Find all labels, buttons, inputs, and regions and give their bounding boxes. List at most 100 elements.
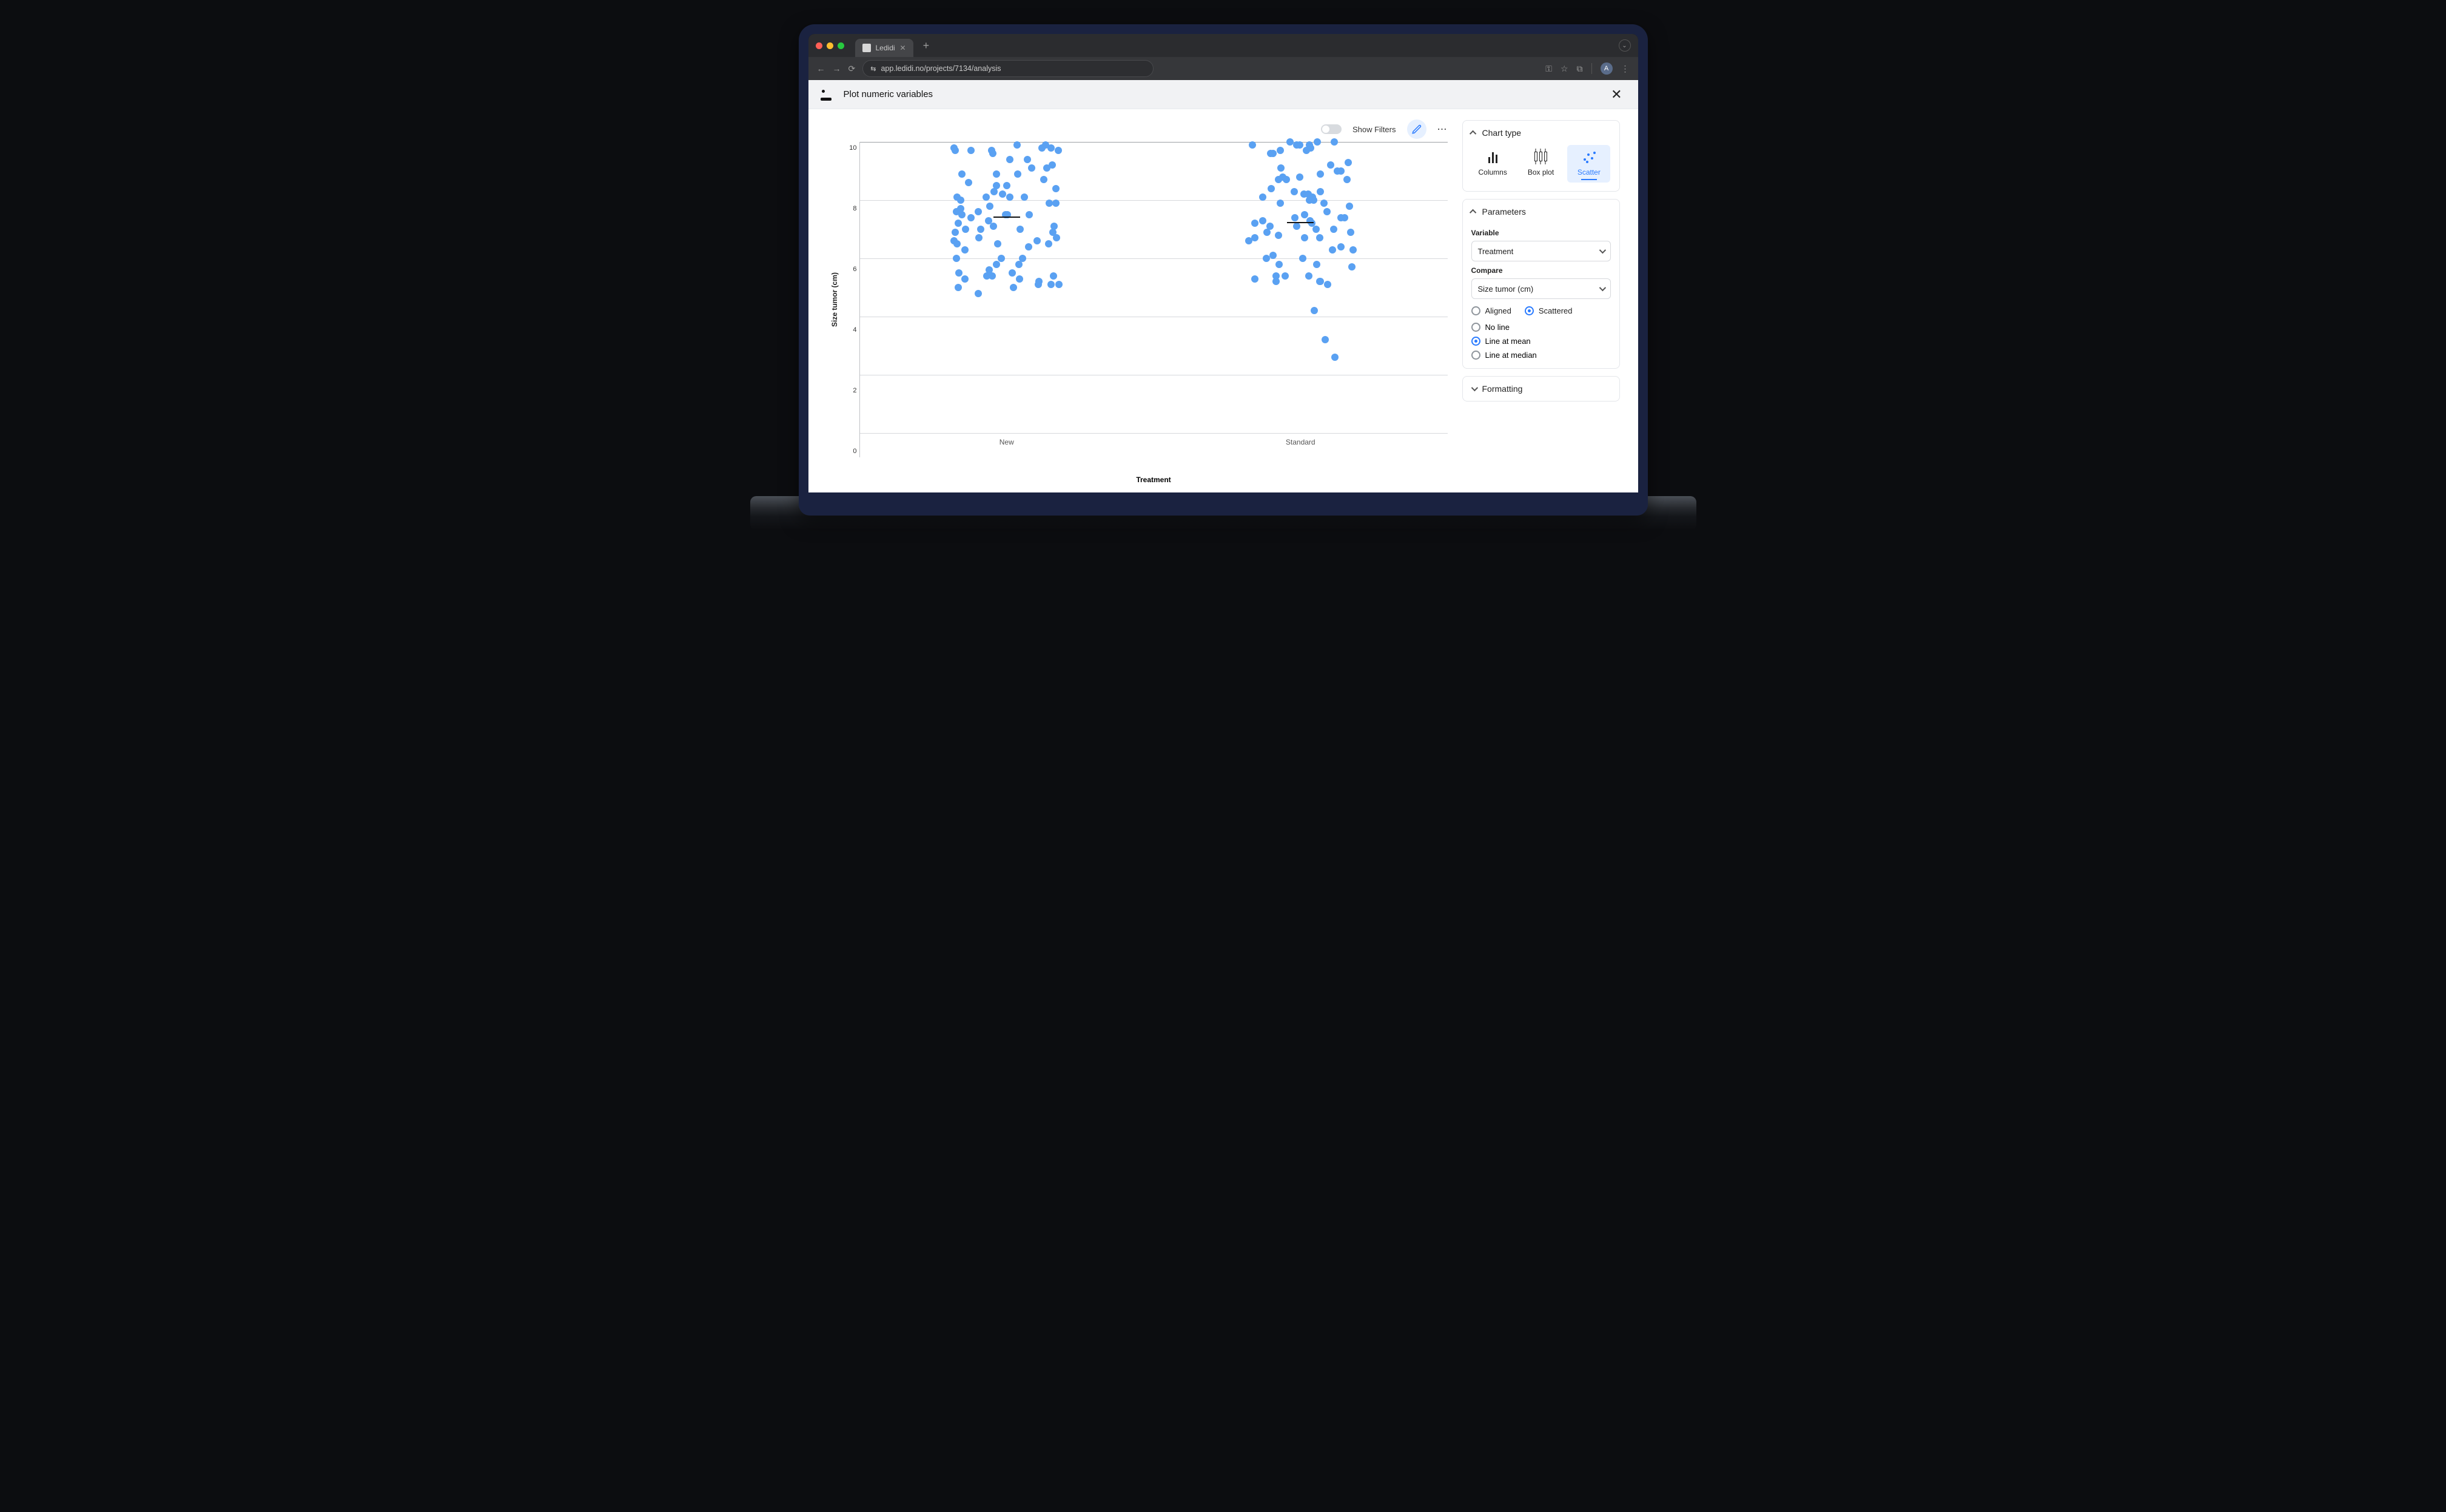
variable-select[interactable]: Treatment — [1471, 241, 1611, 261]
window-minimize-icon[interactable] — [827, 42, 833, 49]
data-point — [1293, 223, 1300, 230]
data-point — [1013, 141, 1021, 149]
chart-type-card: Chart type Columns Box plot — [1462, 120, 1620, 192]
data-point — [958, 170, 966, 178]
nav-forward-icon[interactable]: → — [833, 64, 841, 73]
data-point — [1014, 170, 1021, 178]
data-point — [1317, 170, 1324, 178]
tab-favicon — [862, 44, 871, 52]
nav-back-icon[interactable]: ← — [817, 64, 825, 73]
url-text: app.ledidi.no/projects/7134/analysis — [881, 64, 1001, 73]
data-point — [950, 237, 958, 244]
show-filters-toggle[interactable] — [1321, 124, 1342, 134]
layout-scattered-label: Scattered — [1539, 306, 1573, 315]
layout-aligned-radio[interactable]: Aligned — [1471, 306, 1511, 315]
chart-type-boxplot[interactable]: Box plot — [1519, 145, 1562, 183]
x-axis-label: Treatment — [860, 475, 1448, 484]
data-point — [1291, 188, 1298, 195]
data-point — [1040, 176, 1047, 183]
data-point — [975, 290, 982, 297]
data-point — [1024, 156, 1031, 163]
data-point — [953, 193, 961, 201]
compare-select[interactable]: Size tumor (cm) — [1471, 278, 1611, 299]
toolbar-divider — [1591, 63, 1592, 74]
data-point — [1046, 200, 1053, 207]
data-point — [1251, 234, 1258, 241]
line-none-label: No line — [1485, 323, 1510, 332]
data-point — [1055, 147, 1062, 154]
chevron-down-icon — [1599, 247, 1605, 254]
line-none-radio[interactable]: No line — [1471, 323, 1611, 332]
mean-line — [1287, 222, 1314, 223]
address-bar[interactable]: ⇆ app.ledidi.no/projects/7134/analysis — [862, 60, 1154, 77]
data-point — [1267, 150, 1274, 157]
data-point — [989, 150, 996, 157]
data-point — [1282, 272, 1289, 280]
app-root: Plot numeric variables ✕ Show Filters — [808, 80, 1638, 492]
data-point — [1249, 141, 1256, 149]
password-key-icon[interactable]: ⚿ — [1545, 64, 1552, 74]
data-point — [1311, 307, 1318, 314]
extensions-icon[interactable]: ⧉ — [1577, 64, 1583, 74]
data-point — [1343, 176, 1351, 183]
parameters-header[interactable]: Parameters — [1463, 200, 1619, 224]
data-point — [1330, 226, 1337, 233]
chart-type-scatter[interactable]: Scatter — [1567, 145, 1610, 183]
data-point — [983, 272, 990, 280]
data-point — [994, 240, 1001, 247]
new-tab-button[interactable]: + — [918, 37, 935, 55]
data-point — [1263, 255, 1270, 262]
formatting-header[interactable]: Formatting — [1463, 377, 1619, 401]
window-close-icon[interactable] — [816, 42, 822, 49]
tab-close-icon[interactable]: ✕ — [900, 44, 906, 52]
chart-type-columns-label: Columns — [1478, 168, 1507, 176]
nav-reload-icon[interactable]: ⟳ — [848, 64, 856, 74]
data-point — [1320, 200, 1328, 207]
data-point — [1055, 281, 1063, 288]
chart-more-menu-icon[interactable]: ⋯ — [1437, 123, 1448, 135]
columns-icon — [1488, 150, 1497, 163]
browser-menu-icon[interactable]: ⋮ — [1621, 64, 1630, 74]
data-point — [1263, 229, 1271, 236]
chevron-down-icon — [1471, 385, 1477, 391]
radio-icon — [1471, 306, 1480, 315]
data-point — [967, 147, 975, 154]
profile-avatar[interactable]: A — [1601, 62, 1613, 75]
close-panel-icon[interactable]: ✕ — [1607, 84, 1625, 105]
data-point — [961, 246, 969, 254]
chevron-up-icon — [1469, 209, 1476, 216]
data-point — [1006, 156, 1013, 163]
data-point — [1283, 176, 1290, 183]
radio-icon — [1525, 306, 1534, 315]
data-point — [1052, 200, 1060, 207]
data-point — [1316, 234, 1323, 241]
data-point — [1268, 185, 1275, 192]
browser-tab-active[interactable]: Ledidi ✕ — [855, 39, 913, 57]
edit-chart-icon[interactable] — [1407, 119, 1426, 139]
data-point — [1327, 161, 1334, 169]
data-point — [1047, 144, 1055, 152]
formatting-title: Formatting — [1482, 384, 1523, 394]
data-point — [983, 193, 990, 201]
data-point — [999, 190, 1006, 198]
layout-scattered-radio[interactable]: Scattered — [1525, 306, 1573, 315]
y-tick: 2 — [853, 387, 856, 394]
page-title: Plot numeric variables — [844, 89, 933, 99]
data-point — [1337, 243, 1345, 250]
tab-title: Ledidi — [876, 44, 895, 52]
radio-icon — [1471, 351, 1480, 360]
chart-type-columns[interactable]: Columns — [1471, 145, 1514, 183]
data-point — [1251, 220, 1258, 227]
data-point — [1299, 255, 1306, 262]
line-mean-radio[interactable]: Line at mean — [1471, 337, 1611, 346]
site-info-icon[interactable]: ⇆ — [870, 65, 876, 73]
data-point — [1035, 281, 1042, 288]
x-tick-label: New — [860, 438, 1154, 446]
line-median-radio[interactable]: Line at median — [1471, 351, 1611, 360]
tabs-dropdown-icon[interactable]: ⌄ — [1619, 39, 1631, 52]
mean-line — [993, 217, 1020, 218]
bookmark-star-icon[interactable]: ☆ — [1561, 64, 1568, 74]
data-point — [1296, 141, 1303, 149]
chart-type-header[interactable]: Chart type — [1463, 121, 1619, 145]
window-zoom-icon[interactable] — [838, 42, 844, 49]
